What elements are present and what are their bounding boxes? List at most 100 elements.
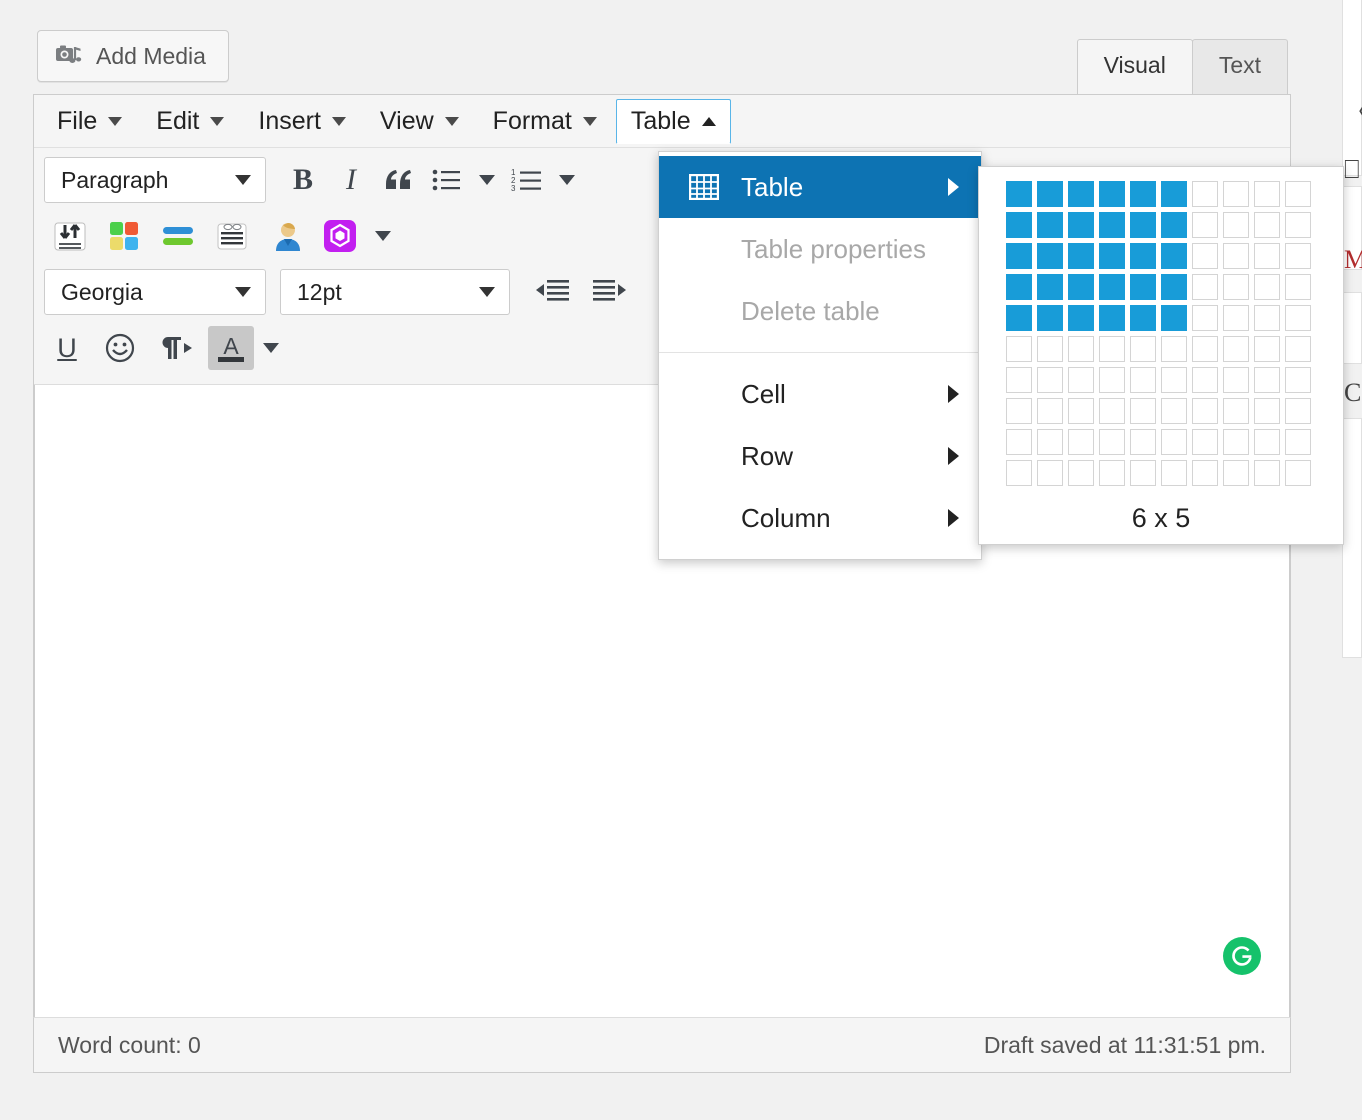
grid-cell-8x10[interactable] [1223, 460, 1249, 486]
menu-file[interactable]: File [42, 99, 137, 144]
lined-card-button[interactable] [206, 214, 258, 258]
grid-cell-3x9[interactable] [1068, 429, 1094, 455]
grid-cell-1x9[interactable] [1006, 429, 1032, 455]
grid-cell-5x9[interactable] [1130, 429, 1156, 455]
grid-cell-3x6[interactable] [1068, 336, 1094, 362]
grid-cell-7x8[interactable] [1192, 398, 1218, 424]
grid-cell-2x5[interactable] [1037, 305, 1063, 331]
emoji-button[interactable] [92, 326, 148, 370]
grid-cell-2x7[interactable] [1037, 367, 1063, 393]
grid-cell-5x5[interactable] [1130, 305, 1156, 331]
grid-cell-2x6[interactable] [1037, 336, 1063, 362]
grid-cell-9x7[interactable] [1254, 367, 1280, 393]
paragraph-style-select[interactable]: Paragraph [44, 157, 266, 203]
grid-cell-6x10[interactable] [1161, 460, 1187, 486]
move-to-trash-link[interactable]: M [1344, 245, 1362, 275]
grid-cell-5x8[interactable] [1130, 398, 1156, 424]
bars-button[interactable] [152, 214, 204, 258]
grid-cell-9x9[interactable] [1254, 429, 1280, 455]
grid-cell-6x5[interactable] [1161, 305, 1187, 331]
grammarly-icon[interactable] [1223, 937, 1261, 975]
grid-cell-4x1[interactable] [1099, 181, 1125, 207]
grid-cell-4x9[interactable] [1099, 429, 1125, 455]
grid-cell-6x2[interactable] [1161, 212, 1187, 238]
grid-cell-10x8[interactable] [1285, 398, 1311, 424]
grid-cell-7x3[interactable] [1192, 243, 1218, 269]
grid-cell-8x8[interactable] [1223, 398, 1249, 424]
grid-cell-9x4[interactable] [1254, 274, 1280, 300]
menu-insert[interactable]: Insert [243, 99, 361, 144]
grid-cell-9x10[interactable] [1254, 460, 1280, 486]
underline-button[interactable]: U [44, 326, 90, 370]
grid-cell-1x4[interactable] [1006, 274, 1032, 300]
grid-cell-2x9[interactable] [1037, 429, 1063, 455]
blockquote-button[interactable] [376, 158, 422, 202]
grid-cell-2x1[interactable] [1037, 181, 1063, 207]
grid-cell-4x4[interactable] [1099, 274, 1125, 300]
grid-cell-9x8[interactable] [1254, 398, 1280, 424]
grid-cell-1x3[interactable] [1006, 243, 1032, 269]
grid-cell-2x10[interactable] [1037, 460, 1063, 486]
import-export-button[interactable] [44, 214, 96, 258]
grid-cell-5x10[interactable] [1130, 460, 1156, 486]
grid-cell-8x6[interactable] [1223, 336, 1249, 362]
numbered-list-button[interactable]: 1 2 3 [504, 158, 550, 202]
grid-cell-9x1[interactable] [1254, 181, 1280, 207]
grid-cell-8x4[interactable] [1223, 274, 1249, 300]
menu-format[interactable]: Format [478, 99, 612, 144]
grid-cell-5x7[interactable] [1130, 367, 1156, 393]
font-family-select[interactable]: Georgia [44, 269, 266, 315]
menu-table[interactable]: Table [615, 98, 731, 144]
grid-cell-2x4[interactable] [1037, 274, 1063, 300]
grid-cell-7x4[interactable] [1192, 274, 1218, 300]
grid-cell-6x8[interactable] [1161, 398, 1187, 424]
grid-cell-1x1[interactable] [1006, 181, 1032, 207]
tab-visual[interactable]: Visual [1076, 39, 1193, 94]
grid-cell-9x5[interactable] [1254, 305, 1280, 331]
purple-hexagon-caret-button[interactable] [368, 214, 398, 258]
menu-item-row[interactable]: Row [659, 425, 981, 487]
grid-cell-3x7[interactable] [1068, 367, 1094, 393]
grid-cell-8x2[interactable] [1223, 212, 1249, 238]
grid-cell-3x2[interactable] [1068, 212, 1094, 238]
bulleted-list-button[interactable] [424, 158, 470, 202]
grid-cell-6x1[interactable] [1161, 181, 1187, 207]
grid-cell-4x6[interactable] [1099, 336, 1125, 362]
grid-cell-2x8[interactable] [1037, 398, 1063, 424]
grid-cell-4x2[interactable] [1099, 212, 1125, 238]
bold-button[interactable]: B [280, 158, 326, 202]
grid-cell-5x1[interactable] [1130, 181, 1156, 207]
grid-cell-9x2[interactable] [1254, 212, 1280, 238]
menu-edit[interactable]: Edit [141, 99, 239, 144]
grid-cell-3x10[interactable] [1068, 460, 1094, 486]
grid-cell-4x10[interactable] [1099, 460, 1125, 486]
menu-item-cell[interactable]: Cell [659, 363, 981, 425]
grid-cell-9x6[interactable] [1254, 336, 1280, 362]
person-avatar-button[interactable] [260, 214, 312, 258]
grid-cell-8x3[interactable] [1223, 243, 1249, 269]
outdent-button[interactable] [524, 270, 580, 314]
grid-cell-1x10[interactable] [1006, 460, 1032, 486]
grid-cell-4x7[interactable] [1099, 367, 1125, 393]
grid-cell-1x2[interactable] [1006, 212, 1032, 238]
grid-cell-5x4[interactable] [1130, 274, 1156, 300]
tab-text[interactable]: Text [1191, 39, 1288, 94]
grid-cell-3x8[interactable] [1068, 398, 1094, 424]
text-color-button[interactable]: A [208, 326, 254, 370]
grid-cell-10x2[interactable] [1285, 212, 1311, 238]
text-color-caret-button[interactable] [256, 326, 286, 370]
grid-cell-6x9[interactable] [1161, 429, 1187, 455]
grid-cell-6x3[interactable] [1161, 243, 1187, 269]
grid-cell-3x3[interactable] [1068, 243, 1094, 269]
grid-cell-10x4[interactable] [1285, 274, 1311, 300]
grid-cell-7x7[interactable] [1192, 367, 1218, 393]
grid-cell-5x3[interactable] [1130, 243, 1156, 269]
grid-cell-5x2[interactable] [1130, 212, 1156, 238]
grid-cell-6x7[interactable] [1161, 367, 1187, 393]
grid-cell-10x6[interactable] [1285, 336, 1311, 362]
indent-button[interactable] [582, 270, 638, 314]
grid-cell-7x10[interactable] [1192, 460, 1218, 486]
grid-cell-3x1[interactable] [1068, 181, 1094, 207]
grid-cell-6x6[interactable] [1161, 336, 1187, 362]
grid-cell-7x5[interactable] [1192, 305, 1218, 331]
